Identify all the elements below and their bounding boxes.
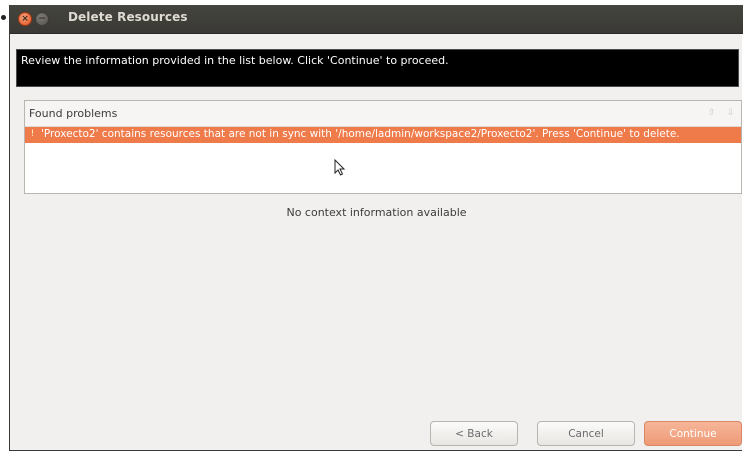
window-title: Delete Resources — [68, 10, 188, 24]
instruction-message: Review the information provided in the l… — [21, 54, 449, 67]
panel-title: Found problems — [29, 107, 118, 120]
warning-icon: ! — [30, 129, 35, 139]
continue-button[interactable]: Continue — [644, 421, 742, 446]
list-item[interactable]: ! 'Proxecto2' contains resources that ar… — [25, 127, 741, 143]
found-problems-panel: Found problems ⇧ ⇩ ! 'Proxecto2' contain… — [24, 100, 742, 194]
next-problem-icon[interactable]: ⇩ — [727, 108, 735, 118]
panel-header: Found problems ⇧ ⇩ — [25, 101, 741, 127]
title-bar: × − Delete Resources — [10, 5, 743, 34]
cancel-button[interactable]: Cancel — [537, 421, 635, 446]
close-window-button[interactable]: × — [18, 12, 32, 26]
problem-text: 'Proxecto2' contains resources that are … — [41, 128, 680, 140]
context-info: No context information available — [286, 206, 467, 219]
back-button[interactable]: < Back — [430, 421, 518, 446]
message-area: Review the information provided in the l… — [16, 49, 739, 87]
mouse-cursor-icon — [334, 159, 346, 176]
list-bullet — [1, 15, 6, 20]
minimize-icon: − — [38, 13, 46, 24]
delete-resources-dialog: × − Delete Resources Review the informat… — [9, 5, 743, 451]
minimize-window-button[interactable]: − — [35, 12, 49, 26]
previous-problem-icon[interactable]: ⇧ — [708, 108, 716, 118]
close-icon: × — [21, 13, 29, 24]
